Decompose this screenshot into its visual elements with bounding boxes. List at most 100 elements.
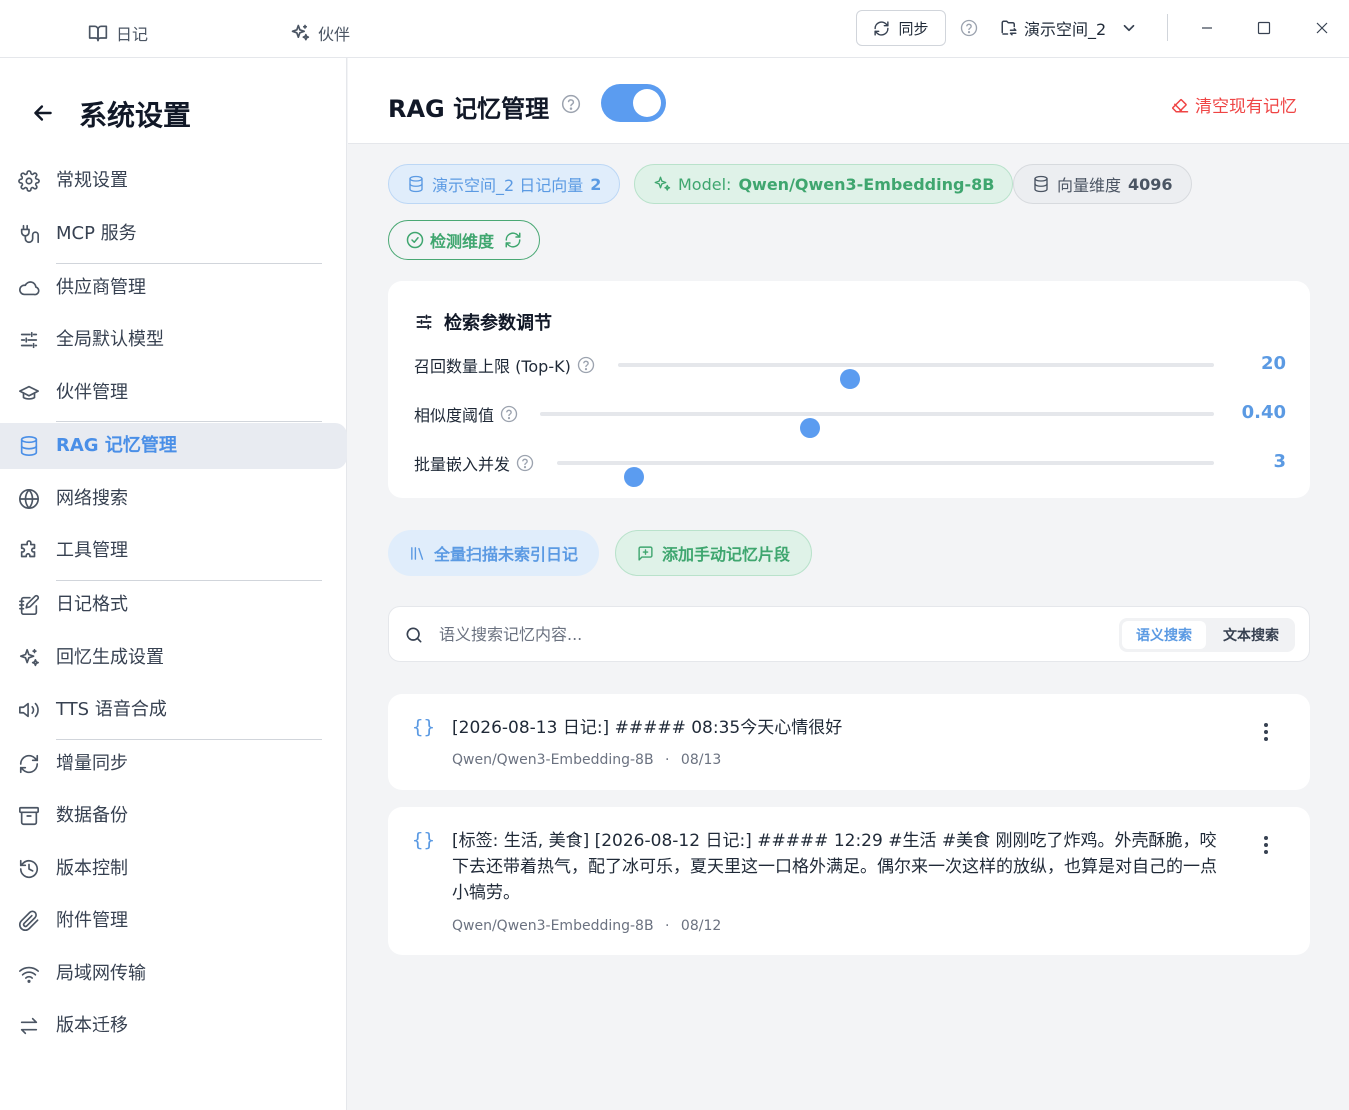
sidebar-item-tts[interactable]: TTS 语音合成 [0,687,347,733]
database-icon [1032,175,1050,193]
rag-enable-toggle[interactable] [601,84,666,122]
sidebar-item-label: 附件管理 [56,910,128,931]
refresh-icon [504,231,522,249]
sidebar-title: 系统设置 [79,99,192,132]
help-icon[interactable] [561,94,581,114]
sliders-icon [18,329,40,351]
sidebar-item-label: 常规设置 [56,170,128,191]
sidebar-item-partners[interactable]: 伙伴管理 [0,370,347,416]
slider-thumb[interactable] [799,418,820,438]
sidebar-item-label: 增量同步 [56,753,128,774]
concurrency-slider[interactable] [557,461,1214,487]
search-mode-toggle: 语义搜索 文本搜索 [1119,618,1295,652]
title-bar: 日记 伙伴 同步 演示空间_2 [0,0,1349,58]
sidebar-item-tools[interactable]: 工具管理 [0,528,347,574]
json-braces-icon: {} [412,829,435,851]
concurrency-value: 3 [1273,451,1286,472]
text-search-tab[interactable]: 文本搜索 [1209,621,1293,649]
param-label: 批量嵌入并发 [414,451,534,475]
folder-switch-icon [1000,19,1018,37]
check-dimension-button[interactable]: 检测维度 [388,220,541,260]
sidebar-item-backup[interactable]: 数据备份 [0,793,347,839]
vector-count-label: 演示空间_2 日记向量 [432,176,584,195]
sidebar-item-recall-settings[interactable]: 回忆生成设置 [0,635,347,681]
sidebar-item-label: 工具管理 [56,540,128,561]
back-arrow-icon[interactable] [30,100,56,126]
memory-item[interactable]: {} [2026-08-13 日记:] ##### 08:35今天心情很好 Qw… [388,694,1310,790]
search-icon [404,625,424,645]
cloud-icon [18,277,40,299]
speaker-icon [18,699,40,721]
sidebar-item-label: 版本控制 [56,858,128,879]
sidebar-item-providers[interactable]: 供应商管理 [0,265,347,311]
help-icon[interactable] [960,19,978,37]
dimension-label: 向量维度 [1057,176,1122,195]
workspace-label: 演示空间_2 [1024,20,1107,39]
close-icon[interactable] [1312,18,1332,38]
sidebar-item-diary-format[interactable]: 日记格式 [0,582,347,628]
add-manual-memory-button[interactable]: 添加手动记忆片段 [615,530,813,576]
sidebar-item-attachments[interactable]: 附件管理 [0,898,347,944]
page-title: RAG 记忆管理 [388,95,550,123]
param-label: 相似度阈值 [414,402,518,426]
memory-date: 08/12 [680,918,722,934]
vector-count-value: 2 [590,174,602,194]
meta-separator: · [665,918,670,934]
more-vertical-icon[interactable] [1254,720,1278,744]
vector-count-chip: 演示空间_2 日记向量 2 [388,164,621,204]
settings-sidebar: 系统设置 常规设置 MCP 服务 供应商管理 全局默认模型 伙伴管理 RAG 记… [0,58,347,1110]
memory-search-box: 语义搜索 文本搜索 [388,606,1310,662]
sidebar-item-label: 全局默认模型 [56,329,164,350]
sparkles-icon [653,175,671,193]
memory-date: 08/13 [680,752,722,768]
sidebar-item-lan-transfer[interactable]: 局域网传输 [0,951,347,997]
topk-slider[interactable] [618,363,1214,389]
semantic-search-tab[interactable]: 语义搜索 [1122,621,1206,649]
sidebar-item-migration[interactable]: 版本迁移 [0,1003,347,1049]
sidebar-item-version-control[interactable]: 版本控制 [0,846,347,892]
help-icon[interactable] [516,454,534,472]
database-icon [407,175,425,193]
tab-partner[interactable]: 伙伴 [290,20,350,46]
workspace-select[interactable]: 演示空间_2 [1000,17,1138,39]
sidebar-divider [56,739,322,740]
param-row-concurrency: 批量嵌入并发 3 [414,447,1286,487]
retrieval-params-card: 检索参数调节 召回数量上限 (Top-K) 20 相似度阈值 0.40 批量嵌入… [388,281,1310,498]
slider-thumb[interactable] [840,369,861,389]
sync-label: 同步 [898,19,929,38]
sidebar-item-incremental-sync[interactable]: 增量同步 [0,741,347,787]
help-icon[interactable] [500,405,518,423]
sparkles-icon [18,647,40,669]
memory-item[interactable]: {} [标签: 生活, 美食] [2026-08-12 日记:] ##### 1… [388,807,1310,955]
memory-search-input[interactable] [439,619,1079,649]
notebook-pen-icon [18,594,40,616]
message-plus-icon [637,545,654,562]
minimize-icon[interactable] [1197,18,1217,38]
help-icon[interactable] [577,356,595,374]
maximize-icon[interactable] [1254,18,1274,38]
scan-label: 全量扫描未索引日记 [434,545,579,564]
sidebar-divider [56,580,322,581]
sidebar-item-label: 局域网传输 [56,963,146,984]
param-label-text: 相似度阈值 [414,406,495,425]
sidebar-item-web-search[interactable]: 网络搜索 [0,476,347,522]
scan-unindexed-button[interactable]: 全量扫描未索引日记 [388,530,600,576]
sidebar-item-label: 回忆生成设置 [56,647,164,668]
sidebar-divider [56,263,322,264]
param-label-text: 批量嵌入并发 [414,455,511,474]
tab-diary[interactable]: 日记 [88,20,148,46]
sidebar-item-default-model[interactable]: 全局默认模型 [0,317,347,363]
sparkles-icon [290,23,310,43]
more-vertical-icon[interactable] [1254,833,1278,857]
sidebar-item-general[interactable]: 常规设置 [0,158,347,204]
gear-icon [18,170,40,192]
sync-button[interactable]: 同步 [856,10,946,46]
threshold-value: 0.40 [1241,402,1286,423]
clear-memory-button[interactable]: 清空现有记忆 [1171,92,1297,117]
slider-thumb[interactable] [623,467,644,487]
sidebar-item-rag[interactable]: RAG 记忆管理 [0,423,347,469]
sidebar-item-label: TTS 语音合成 [56,699,167,720]
sidebar-item-mcp[interactable]: MCP 服务 [0,211,347,257]
memory-model: Qwen/Qwen3-Embedding-8B [452,918,654,934]
threshold-slider[interactable] [540,412,1214,438]
